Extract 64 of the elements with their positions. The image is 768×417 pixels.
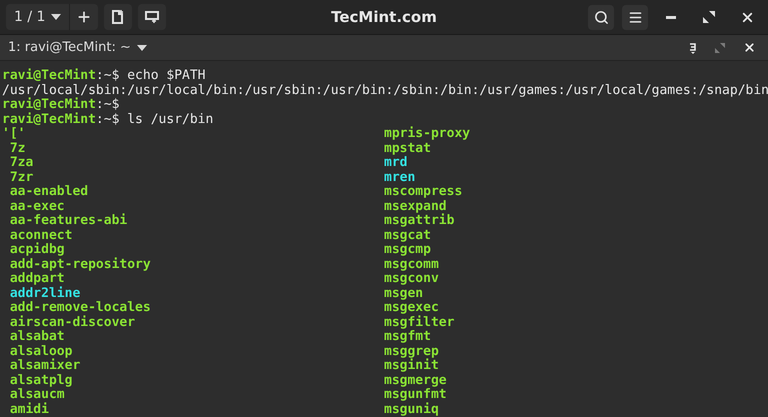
- prompt-line: ravi@TecMint:~$: [2, 98, 120, 112]
- file-name: mpris-proxy: [384, 127, 470, 142]
- file-name: msexpand: [384, 200, 447, 214]
- file-name: msgcmp: [384, 243, 431, 258]
- file-name: msguniq: [384, 402, 439, 417]
- file-name: msgcat: [384, 228, 431, 243]
- file-name: 7za: [8, 156, 34, 170]
- menu-button[interactable]: [622, 4, 648, 30]
- session-switcher[interactable]: 1 / 1: [6, 4, 98, 30]
- file-name: alsatplg: [8, 374, 72, 388]
- file-name: aa-enabled: [8, 185, 88, 200]
- file-name: msgfilter: [384, 316, 454, 330]
- split-button[interactable]: [138, 4, 166, 30]
- file-name: add-remove-locales: [8, 301, 151, 315]
- file-name: msgattrib: [384, 214, 454, 228]
- file-name: mpstat: [384, 142, 431, 156]
- file-name: msgunfmt: [384, 388, 447, 402]
- search-button[interactable]: [588, 4, 614, 30]
- file-name: aa-exec: [8, 200, 65, 214]
- file-name: mren: [384, 170, 416, 185]
- window-title: TecMint.com: [331, 6, 437, 28]
- read-only-icon[interactable]: [689, 42, 697, 54]
- caret-icon: [51, 14, 62, 20]
- restore-icon[interactable]: [715, 42, 725, 53]
- file-name: airscan-discover: [8, 316, 136, 330]
- file-name: mscompress: [384, 185, 462, 200]
- terminal-tab[interactable]: 1: ravi@TecMint: ~: [8, 38, 147, 58]
- minimize-icon: [666, 16, 676, 19]
- file-name: addr2line: [8, 286, 80, 301]
- file-name: alsaloop: [8, 344, 72, 358]
- output-line: /usr/local/sbin:/usr/local/bin:/usr/sbin:/usr/bin:/sbin:/bin:/usr/games:/usr/local/games:/snap/bin: [2, 84, 766, 98]
- menu-icon: [628, 10, 642, 25]
- file-name: alsaucm: [8, 388, 65, 402]
- file-name: 7zr: [8, 170, 34, 185]
- caret-icon: [136, 44, 147, 51]
- file-name: alsamixer: [8, 359, 80, 374]
- file-name: msginit: [384, 359, 439, 374]
- plus-icon: [76, 9, 92, 26]
- file-name: msgfmt: [384, 330, 431, 344]
- file-name: add-apt-repository: [8, 258, 151, 272]
- close-tab-icon[interactable]: [743, 41, 756, 54]
- file-name: msgcomm: [384, 258, 439, 272]
- file-name: 7z: [8, 142, 26, 156]
- file-name: acpidbg: [8, 243, 65, 257]
- file-name: msggrep: [384, 344, 439, 358]
- search-icon: [594, 10, 608, 25]
- document-icon: [112, 10, 124, 24]
- file-name: aa-features-abi: [8, 214, 128, 228]
- file-name: addpart: [8, 272, 65, 286]
- file-name: msgmerge: [384, 374, 447, 388]
- file-name: alsabat: [8, 330, 65, 344]
- session-counter: 1 / 1: [14, 8, 46, 27]
- file-name: amidi: [8, 402, 49, 417]
- file-name: mrd: [384, 156, 408, 170]
- file-name: msgexec: [384, 301, 439, 315]
- maximize-icon: [703, 11, 715, 24]
- file-name: msgconv: [384, 272, 439, 286]
- screen-icon: [145, 11, 160, 24]
- prompt-line: ravi@TecMint:~$ ls /usr/bin: [2, 112, 214, 127]
- file-name: aconnect: [8, 228, 72, 242]
- detach-button[interactable]: [104, 4, 132, 30]
- file-name: msgen: [384, 286, 424, 301]
- file-name: '[': [2, 127, 26, 142]
- prompt-line: ravi@TecMint:~$ echo $PATH: [2, 69, 206, 84]
